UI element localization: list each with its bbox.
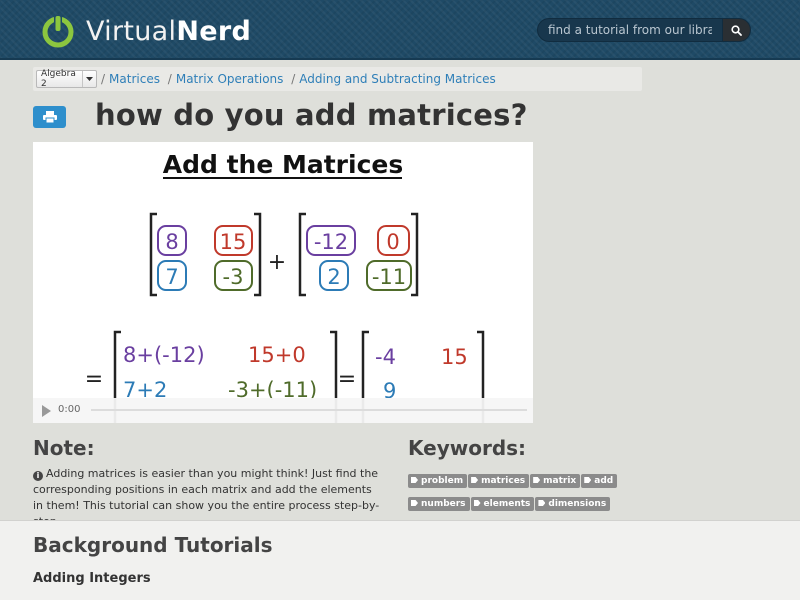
matrix-b-cell-1: -12 — [314, 230, 348, 254]
keywords-heading: Keywords: — [408, 436, 527, 460]
site-header: VirtualNerd — [0, 0, 800, 60]
background-tutorials-heading: Background Tutorials — [33, 533, 273, 557]
search-form — [537, 18, 751, 42]
tag-icon — [533, 477, 541, 483]
equals-sign-2: = — [338, 367, 356, 392]
video-controls: 0:00 — [33, 398, 533, 423]
printer-icon — [42, 111, 57, 123]
sum-expr-1: 8+(-12) — [123, 343, 205, 367]
search-input[interactable] — [537, 18, 722, 42]
matrix-b-cell-4: -11 — [372, 265, 406, 289]
tag-icon — [584, 477, 592, 483]
chevron-down-icon — [82, 71, 96, 87]
equals-sign-1: = — [85, 367, 103, 392]
tag-icon — [411, 477, 418, 483]
video-time: 0:00 — [58, 404, 81, 415]
keyword-tag[interactable]: dimensions — [535, 497, 611, 511]
keyword-tag[interactable]: matrices — [468, 474, 530, 488]
matrix-a-cell-1: 8 — [165, 230, 178, 254]
virtualnerd-logo[interactable]: VirtualNerd — [40, 10, 251, 52]
play-icon[interactable] — [42, 405, 51, 417]
search-button[interactable] — [722, 18, 751, 42]
subject-select-value: Algebra 2 — [41, 69, 76, 89]
info-icon: i — [33, 471, 43, 481]
logo-text: VirtualNerd — [86, 15, 252, 47]
tag-icon — [473, 500, 481, 506]
matrix-a-cell-2: 15 — [220, 230, 247, 254]
keyword-tag[interactable]: problem — [408, 474, 468, 488]
magnifier-icon — [731, 24, 742, 36]
video-frame: Add the Matrices 8 15 7 -3 + -12 0 2 -11… — [85, 150, 485, 423]
matrix-a-cell-4: -3 — [223, 265, 244, 289]
keyword-tag[interactable]: add — [581, 474, 618, 488]
power-logo-icon — [42, 15, 74, 48]
breadcrumb-matrices[interactable]: Matrices — [109, 72, 160, 86]
result-cell-1: -4 — [375, 345, 396, 369]
tutorial-link-adding-integers[interactable]: Adding Integers — [33, 571, 151, 586]
keyword-tag[interactable]: matrix — [530, 474, 581, 488]
subject-select[interactable]: Algebra 2 — [36, 69, 97, 89]
keyword-tag[interactable]: elements — [470, 497, 535, 511]
print-button[interactable] — [33, 106, 66, 128]
plus-sign: + — [268, 250, 286, 275]
tag-icon — [411, 500, 418, 506]
tag-icon — [471, 477, 479, 483]
matrix-b-cell-2: 0 — [386, 230, 399, 254]
matrix-a-cell-3: 7 — [165, 265, 178, 289]
video-player[interactable]: Add the Matrices 8 15 7 -3 + -12 0 2 -11… — [33, 142, 533, 423]
breadcrumb-adding-subtracting[interactable]: Adding and Subtracting Matrices — [299, 72, 495, 86]
note-heading: Note: — [33, 436, 95, 460]
sum-expr-2: 15+0 — [248, 343, 306, 367]
video-progress-track[interactable] — [91, 409, 527, 411]
tag-icon — [538, 500, 546, 506]
background-tutorials: Background Tutorials Adding Integers — [0, 520, 800, 600]
breadcrumb: Algebra 2 /Matrices / Matrix Operations /… — [33, 67, 642, 91]
page-title: how do you add matrices? — [95, 98, 528, 132]
video-heading: Add the Matrices — [163, 150, 404, 179]
result-cell-2: 15 — [441, 345, 468, 369]
breadcrumb-matrix-operations[interactable]: Matrix Operations — [176, 72, 284, 86]
matrix-b-cell-3: 2 — [327, 265, 340, 289]
keyword-tag[interactable]: numbers — [408, 497, 470, 511]
